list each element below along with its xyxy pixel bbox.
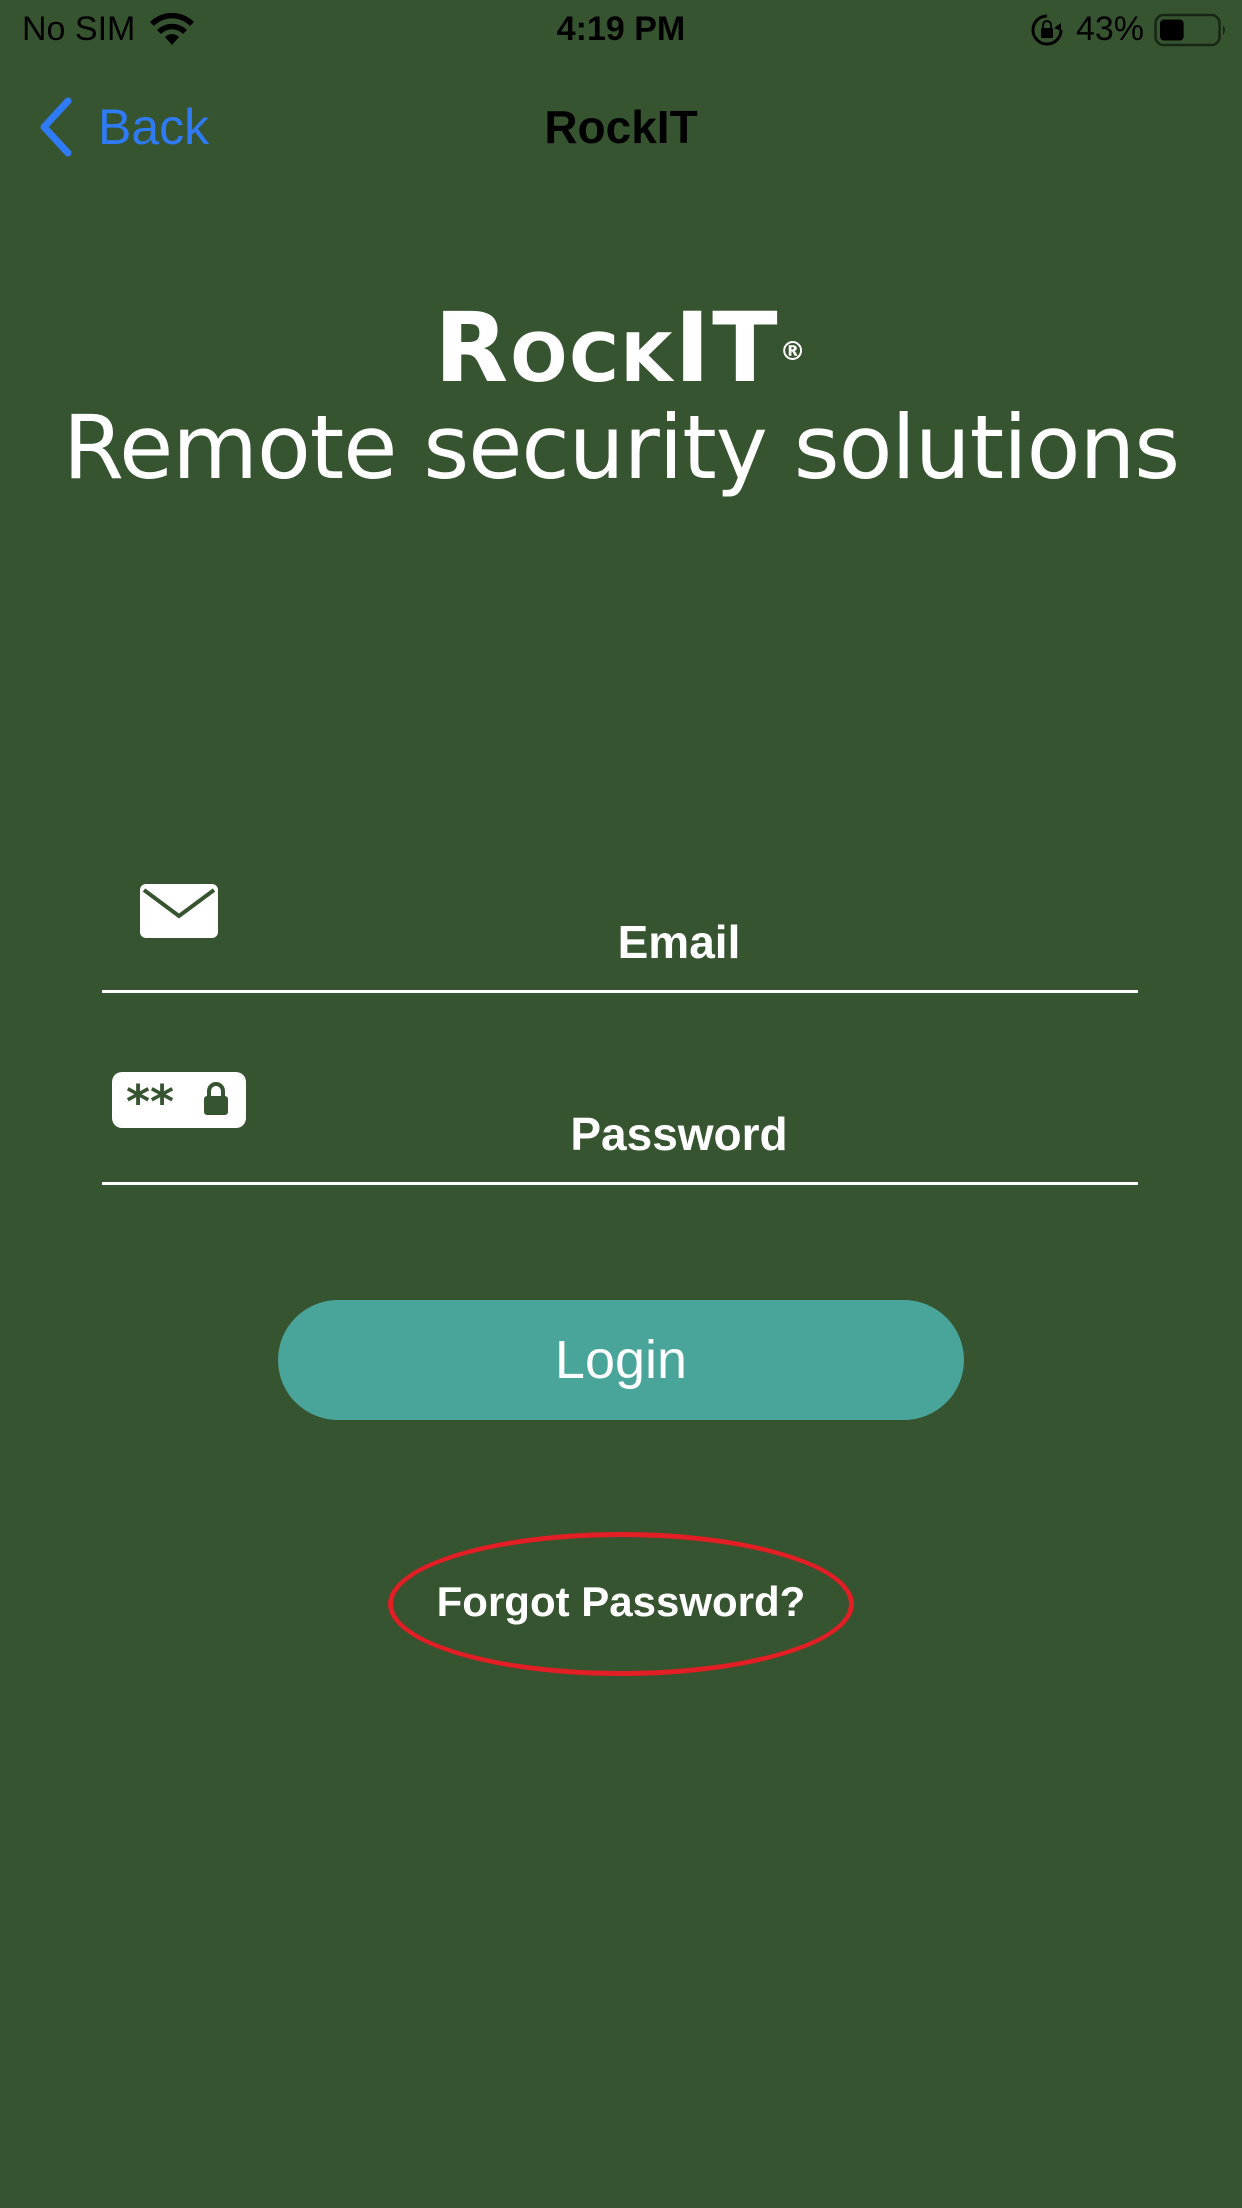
password-field: ** (102, 1072, 1138, 1185)
login-button[interactable]: Login (278, 1300, 964, 1420)
lock-rotation-icon (1031, 14, 1063, 45)
logo-tagline: Remote security solutions (62, 396, 1180, 499)
battery-icon (1154, 13, 1225, 46)
email-field (102, 880, 1138, 993)
nav-title: RockIT (544, 101, 698, 153)
email-input[interactable] (102, 914, 1138, 970)
logo-brand-text: RockIT (434, 292, 780, 404)
logo-brand: RockIT® (0, 300, 1242, 396)
nav-bar: Back RockIT (0, 80, 1242, 172)
registered-mark: ® (779, 337, 808, 367)
forgot-password-link[interactable]: Forgot Password? (0, 1578, 1242, 1626)
battery-percent: 43% (1075, 10, 1144, 48)
rockit-logo: RockIT® Remote security solutions (0, 300, 1242, 498)
password-input[interactable] (102, 1106, 1138, 1162)
status-bar: No SIM 4:19 PM 43% (0, 0, 1242, 60)
status-right: 43% (1030, 10, 1228, 49)
